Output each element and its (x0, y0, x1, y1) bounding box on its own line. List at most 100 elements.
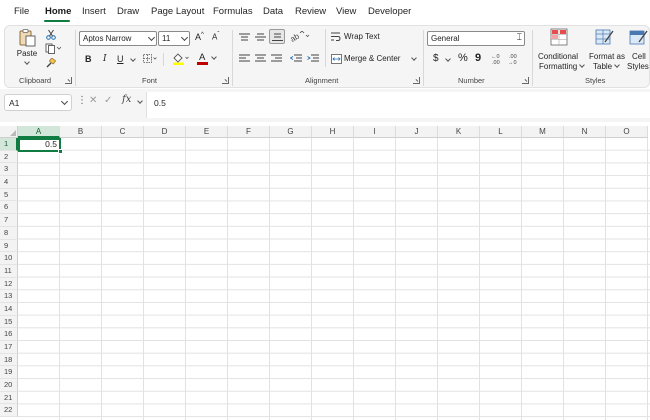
enter-icon[interactable]: ✓ (104, 95, 112, 106)
row-header[interactable]: 1 (0, 138, 18, 151)
cancel-icon[interactable]: ✕ (89, 95, 97, 106)
increase-indent-icon[interactable] (307, 54, 319, 63)
paste-button[interactable]: Paste (16, 28, 38, 68)
tab-developer[interactable]: Developer (368, 6, 411, 17)
fill-handle[interactable] (58, 148, 63, 154)
clipboard-group-label: Clipboard (19, 76, 52, 85)
row-header[interactable]: 19 (0, 366, 18, 380)
cut-icon[interactable] (46, 29, 56, 40)
number-launcher-icon[interactable] (522, 77, 529, 84)
insert-function-button[interactable]: fx (122, 94, 131, 105)
shrink-font-button[interactable]: Aˇ (212, 32, 219, 42)
row-header[interactable]: 3 (0, 163, 18, 177)
font-size-value: 11 (162, 34, 171, 43)
column-header[interactable]: O (606, 126, 648, 138)
percent-button[interactable]: % (458, 52, 468, 64)
number-format-combo[interactable]: General ⌶ (427, 31, 525, 46)
row-header[interactable]: 20 (0, 379, 18, 392)
row-header[interactable]: 12 (0, 277, 18, 291)
row-header[interactable]: 2 (0, 150, 18, 164)
font-name-combo[interactable]: Aptos Narrow (79, 31, 157, 46)
row-header[interactable]: 7 (0, 214, 18, 227)
column-header[interactable]: L (480, 126, 522, 138)
borders-icon[interactable] (143, 54, 157, 64)
tab-file[interactable]: File (14, 6, 29, 17)
tab-formulas[interactable]: Formulas (213, 6, 253, 17)
tab-data[interactable]: Data (263, 6, 283, 17)
name-box[interactable]: A1 (4, 94, 72, 111)
font-size-combo[interactable]: 11 (158, 31, 190, 46)
bold-button[interactable]: B (85, 54, 92, 64)
format-painter-icon[interactable] (45, 58, 56, 69)
align-right-icon[interactable] (271, 54, 282, 63)
font-launcher-icon[interactable] (222, 77, 229, 84)
align-left-icon[interactable] (239, 54, 250, 63)
column-header[interactable]: J (396, 126, 438, 138)
tab-review[interactable]: Review (295, 6, 326, 17)
column-header[interactable]: C (102, 126, 144, 138)
cell-a1[interactable]: 0.5 (18, 138, 63, 154)
column-header[interactable]: B (60, 126, 102, 138)
row-header[interactable]: 5 (0, 188, 18, 202)
decrease-decimal-icon[interactable]: .00 →0 (508, 52, 521, 65)
row-header[interactable]: 21 (0, 391, 18, 405)
tab-view[interactable]: View (336, 6, 356, 17)
italic-button[interactable]: I (103, 54, 107, 64)
cell-styles-label-2-text: Styles (627, 62, 649, 71)
align-center-icon[interactable] (255, 54, 266, 63)
comma-style-button[interactable]: 9 (475, 52, 481, 64)
row-header[interactable]: 14 (0, 302, 18, 316)
row-header[interactable]: 6 (0, 201, 18, 215)
row-header[interactable]: 16 (0, 328, 18, 341)
row-header[interactable]: 18 (0, 353, 18, 367)
middle-align-icon[interactable] (255, 33, 266, 42)
bottom-align-button[interactable] (269, 29, 285, 44)
number-group-label: Number (458, 76, 485, 85)
column-header[interactable]: G (270, 126, 312, 138)
tab-page-layout[interactable]: Page Layout (151, 6, 204, 17)
currency-button[interactable]: $ (433, 53, 439, 64)
row-header[interactable]: 8 (0, 226, 18, 240)
tab-draw[interactable]: Draw (117, 6, 139, 17)
row-header[interactable]: 4 (0, 176, 18, 189)
column-header[interactable]: D (144, 126, 186, 138)
clipboard-launcher-icon[interactable] (65, 77, 72, 84)
column-header[interactable]: K (438, 126, 480, 138)
font-color-button[interactable]: A (197, 51, 217, 65)
formula-input[interactable]: 0.5 (146, 92, 650, 118)
currency-dropdown-icon[interactable] (445, 56, 451, 62)
cell-styles-button[interactable]: Cell Styles (626, 28, 650, 72)
fill-color-icon[interactable] (172, 52, 190, 65)
column-header[interactable]: M (522, 126, 564, 138)
underline-dropdown-icon[interactable] (130, 56, 136, 62)
column-header[interactable]: I (354, 126, 396, 138)
orientation-icon[interactable]: ab (290, 31, 310, 42)
cell-area[interactable] (18, 138, 650, 420)
alignment-launcher-icon[interactable] (413, 77, 420, 84)
column-header[interactable]: E (186, 126, 228, 138)
column-header[interactable]: F (228, 126, 270, 138)
chevron-down-icon[interactable] (137, 98, 143, 104)
copy-icon[interactable] (45, 43, 61, 54)
row-header[interactable]: 9 (0, 239, 18, 253)
row-header[interactable]: 15 (0, 315, 18, 329)
conditional-formatting-button[interactable]: Conditional Formatting (535, 28, 586, 72)
tab-insert[interactable]: Insert (82, 6, 106, 17)
column-header[interactable]: A (18, 126, 60, 138)
column-header[interactable]: H (312, 126, 354, 138)
column-header[interactable]: N (564, 126, 606, 138)
increase-decimal-icon[interactable]: ←0 .00 (491, 52, 504, 65)
row-header[interactable]: 22 (0, 404, 18, 418)
grow-font-button[interactable]: A^ (195, 32, 204, 42)
decrease-indent-icon[interactable] (290, 54, 302, 63)
tab-home[interactable]: Home (45, 6, 71, 17)
underline-button[interactable]: U (117, 54, 124, 64)
row-header[interactable]: 10 (0, 252, 18, 265)
more-options-icon[interactable]: ⋮ (77, 95, 87, 106)
top-align-icon[interactable] (239, 33, 250, 42)
select-all-corner[interactable] (0, 126, 18, 138)
row-header[interactable]: 11 (0, 264, 18, 278)
row-header[interactable]: 17 (0, 341, 18, 354)
format-as-table-button[interactable]: Format as Table (585, 28, 625, 72)
row-header[interactable]: 13 (0, 290, 18, 303)
